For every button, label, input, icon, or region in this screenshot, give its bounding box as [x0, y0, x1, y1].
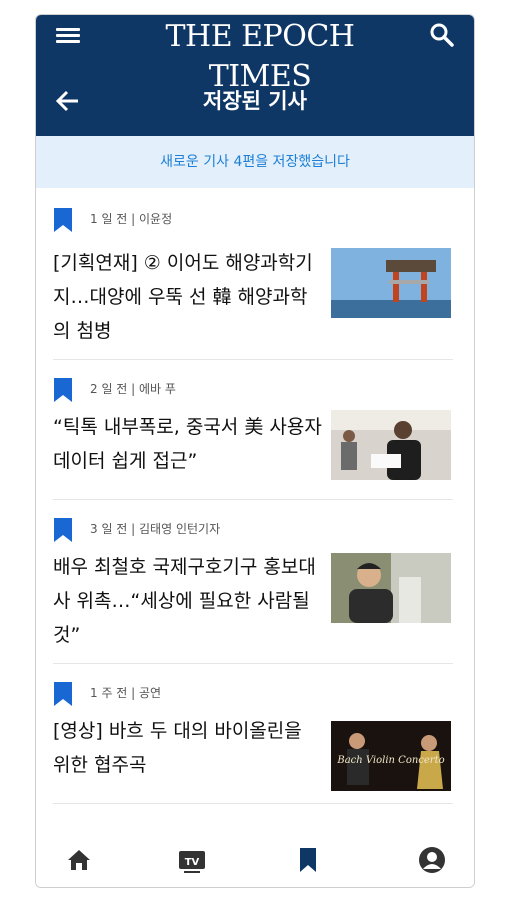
- bookmark-icon[interactable]: [54, 682, 72, 706]
- article-thumbnail[interactable]: [331, 553, 451, 623]
- article-meta: 3 일 전 | 김태영 인턴기자: [90, 522, 221, 536]
- article-thumbnail[interactable]: [331, 410, 451, 480]
- page-title: 저장된 기사: [203, 89, 307, 113]
- profile-tab-icon[interactable]: [417, 845, 447, 875]
- hamburger-menu-icon[interactable]: [56, 25, 80, 49]
- bottom-tab-bar: TV: [36, 827, 474, 887]
- tv-tab-icon[interactable]: TV: [177, 845, 207, 875]
- article-thumbnail[interactable]: Bach Violin Concerto: [331, 721, 451, 791]
- search-icon[interactable]: [428, 21, 456, 49]
- article-title[interactable]: [영상] 바흐 두 대의 바이올린을 위한 협주곡: [53, 714, 323, 782]
- article-meta: 2 일 전 | 에바 푸: [90, 382, 176, 396]
- home-tab-icon[interactable]: [64, 845, 94, 875]
- saved-article-list: 1 일 전 | 이윤정 [기획연재] ② 이어도 해양과학기지…대양에 우뚝 선…: [53, 190, 453, 804]
- article-meta: 1 주 전 | 공연: [90, 686, 162, 700]
- article-title[interactable]: 배우 최철호 국제구호기구 홍보대사 위촉…“세상에 필요한 사람될 것”: [53, 550, 323, 652]
- article-meta: 1 일 전 | 이윤정: [90, 212, 173, 226]
- article-title[interactable]: [기획연재] ② 이어도 해양과학기지…대양에 우뚝 선 韓 해양과학의 첨병: [53, 246, 323, 348]
- app-screen: THE EPOCH TIMES 저장된 기사 새로운 기사 4편을 저장했습니다…: [35, 14, 475, 888]
- bookmark-icon[interactable]: [54, 208, 72, 232]
- bookmarks-tab-icon[interactable]: [293, 845, 323, 875]
- article-thumbnail[interactable]: [331, 248, 451, 318]
- top-bar: THE EPOCH TIMES 저장된 기사: [36, 15, 474, 136]
- article-item[interactable]: 2 일 전 | 에바 푸 “틱톡 내부폭로, 중국서 美 사용자 데이터 쉽게 …: [53, 360, 453, 500]
- bookmark-icon[interactable]: [54, 518, 72, 542]
- save-notice-banner: 새로운 기사 4편을 저장했습니다: [36, 136, 474, 188]
- article-item[interactable]: 3 일 전 | 김태영 인턴기자 배우 최철호 국제구호기구 홍보대사 위촉…“…: [53, 500, 453, 664]
- article-item[interactable]: 1 주 전 | 공연 [영상] 바흐 두 대의 바이올린을 위한 협주곡 Bac…: [53, 664, 453, 804]
- thumbnail-caption: Bach Violin Concerto: [336, 755, 444, 766]
- article-item[interactable]: 1 일 전 | 이윤정 [기획연재] ② 이어도 해양과학기지…대양에 우뚝 선…: [53, 190, 453, 360]
- bookmark-icon[interactable]: [54, 378, 72, 402]
- article-title[interactable]: “틱톡 내부폭로, 중국서 美 사용자 데이터 쉽게 접근”: [53, 410, 323, 478]
- tv-label: TV: [185, 857, 200, 868]
